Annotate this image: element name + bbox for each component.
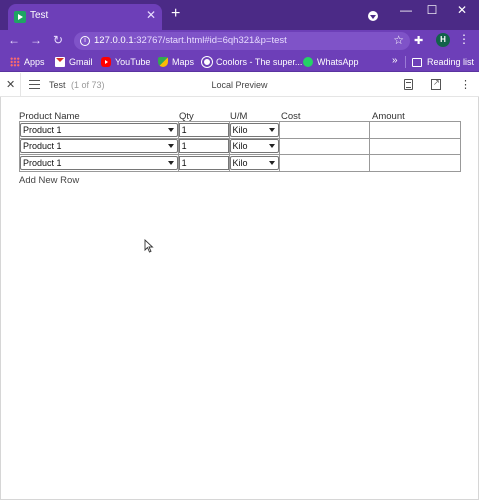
product-table: Product 1 1 Kilo Product 1 1 Kilo Produc…: [19, 121, 461, 172]
bookmark-label: Apps: [24, 57, 45, 67]
um-value: Kilo: [232, 141, 248, 152]
um-select[interactable]: Kilo: [229, 122, 280, 137]
back-button[interactable]: ←: [6, 33, 22, 47]
cost-cell[interactable]: [279, 137, 371, 155]
browser-titlebar: Test ✕ + — ☐ ✕: [0, 0, 479, 30]
product-name-select[interactable]: Product 1: [20, 139, 178, 154]
amount-cell: [369, 137, 461, 155]
popout-icon[interactable]: [431, 78, 441, 90]
bookmark-label: YouTube: [115, 57, 151, 67]
product-name-select[interactable]: Product 1: [20, 155, 178, 170]
bookmark-label: Coolors - The super...: [216, 57, 303, 67]
chevron-down-icon: [167, 144, 174, 149]
chevron-down-icon: [167, 127, 174, 132]
extensions-puzzle-icon[interactable]: ✚: [414, 34, 423, 47]
um-select[interactable]: Kilo: [229, 139, 280, 154]
minimize-button[interactable]: —: [396, 3, 416, 17]
qty-input[interactable]: 1: [178, 122, 229, 137]
bookmark-star-icon[interactable]: ☆: [393, 33, 404, 47]
profile-avatar[interactable]: H: [436, 33, 450, 47]
tab-search-icon[interactable]: [368, 11, 378, 21]
amount-cell: [369, 154, 461, 172]
bookmark-label: Gmail: [69, 57, 93, 67]
um-value: Kilo: [232, 157, 248, 168]
bookmark-label: WhatsApp: [317, 57, 359, 67]
gmail-icon: [55, 57, 65, 67]
apps-grid-icon: [10, 57, 20, 67]
bookmark-maps[interactable]: Maps: [158, 55, 194, 69]
table-row: Product 1 1 Kilo: [19, 121, 461, 139]
bookmark-label: Maps: [172, 57, 195, 67]
new-tab-button[interactable]: +: [171, 5, 180, 23]
table-row: Product 1 1 Kilo: [19, 137, 461, 155]
chevron-down-icon: [269, 144, 276, 149]
amount-cell: [369, 121, 461, 139]
tab-close-icon[interactable]: ✕: [146, 8, 156, 22]
more-bookmarks-chevron-icon[interactable]: »: [392, 55, 398, 66]
product-name-select[interactable]: Product 1: [20, 122, 178, 137]
product-value: Product 1: [23, 124, 62, 135]
maximize-button[interactable]: ☐: [422, 3, 442, 17]
forward-button[interactable]: →: [28, 33, 44, 47]
play-favicon-icon: [14, 11, 26, 23]
youtube-icon: [101, 57, 111, 67]
bookmark-coolors[interactable]: Coolors - The super...: [202, 55, 302, 69]
address-bar[interactable]: i 127.0.0.1:32767/start.html#id=6qh321&p…: [74, 32, 410, 50]
preview-content: Product Name Qty U/M Cost Amount Product…: [0, 97, 479, 500]
url-host: 127.0.0.1: [94, 35, 134, 46]
table-row: Product 1 1 Kilo: [19, 154, 461, 172]
cost-cell[interactable]: [279, 121, 371, 139]
url-text[interactable]: 127.0.0.1:32767/start.html#id=6qh321&p=t…: [94, 35, 287, 46]
document-icon[interactable]: [404, 79, 413, 90]
url-path: :32767/start.html#id=6qh321&p=test: [133, 35, 287, 46]
whatsapp-icon: [303, 57, 313, 67]
bookmark-gmail[interactable]: Gmail: [55, 55, 93, 69]
info-icon[interactable]: i: [80, 36, 90, 46]
um-select[interactable]: Kilo: [229, 155, 280, 170]
reading-list-icon: [412, 57, 422, 67]
bookmarks-separator: [405, 56, 406, 68]
bookmark-whatsapp[interactable]: WhatsApp: [303, 55, 359, 69]
product-value: Product 1: [23, 157, 62, 168]
chevron-down-icon: [269, 127, 276, 132]
product-value: Product 1: [23, 141, 62, 152]
cost-cell[interactable]: [279, 154, 371, 172]
qty-input[interactable]: 1: [178, 139, 229, 154]
bookmark-apps[interactable]: Apps: [10, 55, 45, 69]
reading-list-label: Reading list: [427, 57, 475, 67]
preview-header: ✕ Test (1 of 73) Local Preview ⋮: [0, 73, 479, 97]
reload-button[interactable]: ↻: [50, 33, 66, 47]
coolors-icon: [202, 57, 212, 67]
um-value: Kilo: [232, 124, 248, 135]
window-close-button[interactable]: ✕: [452, 3, 472, 17]
chevron-down-icon: [269, 160, 276, 165]
tab-title: Test: [30, 10, 49, 21]
preview-more-menu-icon[interactable]: ⋮: [460, 78, 471, 91]
browser-toolbar: ← → ↻ i 127.0.0.1:32767/start.html#id=6q…: [0, 30, 479, 52]
browser-tab-test[interactable]: Test ✕: [8, 4, 162, 30]
bookmarks-bar: Apps Gmail YouTube Maps Coolors - The su…: [0, 52, 479, 72]
maps-icon: [158, 57, 168, 67]
browser-menu-icon[interactable]: ⋮: [458, 32, 470, 46]
qty-input[interactable]: 1: [178, 155, 229, 170]
reading-list-button[interactable]: Reading list: [412, 55, 474, 69]
chevron-down-icon: [167, 160, 174, 165]
bookmark-youtube[interactable]: YouTube: [101, 55, 150, 69]
add-new-row-link[interactable]: Add New Row: [19, 175, 79, 186]
